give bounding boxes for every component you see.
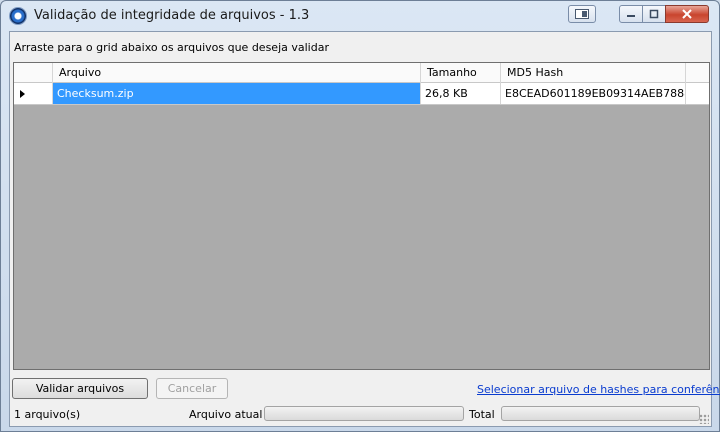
total-label: Total (469, 408, 495, 421)
total-progress (501, 406, 700, 421)
maximize-button[interactable] (642, 5, 666, 23)
cell-arquivo[interactable]: Checksum.zip (53, 83, 421, 104)
client-area: Arraste para o grid abaixo os arquivos q… (9, 31, 720, 427)
column-header-md5[interactable]: MD5 Hash (501, 63, 686, 83)
grid-header: Arquivo Tamanho MD5 Hash (14, 63, 709, 83)
window-switch-icon (575, 9, 589, 19)
column-header-arquivo[interactable]: Arquivo (53, 63, 421, 83)
resize-grip-icon[interactable] (699, 414, 709, 424)
switch-window-button[interactable] (568, 5, 596, 23)
cancel-button[interactable]: Cancelar (156, 378, 228, 399)
current-row-arrow-icon (20, 90, 25, 98)
instruction-label: Arraste para o grid abaixo os arquivos q… (14, 41, 329, 54)
row-header[interactable] (14, 83, 53, 104)
close-button[interactable] (665, 5, 709, 23)
row-header-corner (14, 63, 53, 83)
app-icon (10, 8, 26, 24)
current-file-label: Arquivo atual (189, 408, 263, 421)
cell-md5[interactable]: E8CEAD601189EB09314AEB7888... (501, 83, 686, 104)
current-file-progress (264, 406, 464, 421)
main-window: Validação de integridade de arquivos - 1… (0, 0, 720, 432)
file-count-label: 1 arquivo(s) (14, 408, 81, 421)
close-icon (682, 9, 692, 19)
minimize-icon (627, 15, 635, 17)
table-row[interactable]: Checksum.zip 26,8 KB E8CEAD601189EB09314… (14, 83, 709, 105)
select-hash-file-link[interactable]: Selecionar arquivo de hashes para confer… (477, 383, 720, 396)
status-bar: 1 arquivo(s) Arquivo atual Total (10, 402, 711, 426)
column-header-tamanho[interactable]: Tamanho (421, 63, 501, 83)
title-bar[interactable]: Validação de integridade de arquivos - 1… (1, 1, 719, 31)
window-title: Validação de integridade de arquivos - 1… (34, 8, 310, 23)
maximize-icon (649, 9, 659, 19)
minimize-button[interactable] (619, 5, 643, 23)
validate-files-button[interactable]: Validar arquivos (12, 378, 148, 399)
cell-tamanho[interactable]: 26,8 KB (421, 83, 501, 104)
file-grid[interactable]: Arquivo Tamanho MD5 Hash Checksum.zip 26… (13, 62, 710, 370)
